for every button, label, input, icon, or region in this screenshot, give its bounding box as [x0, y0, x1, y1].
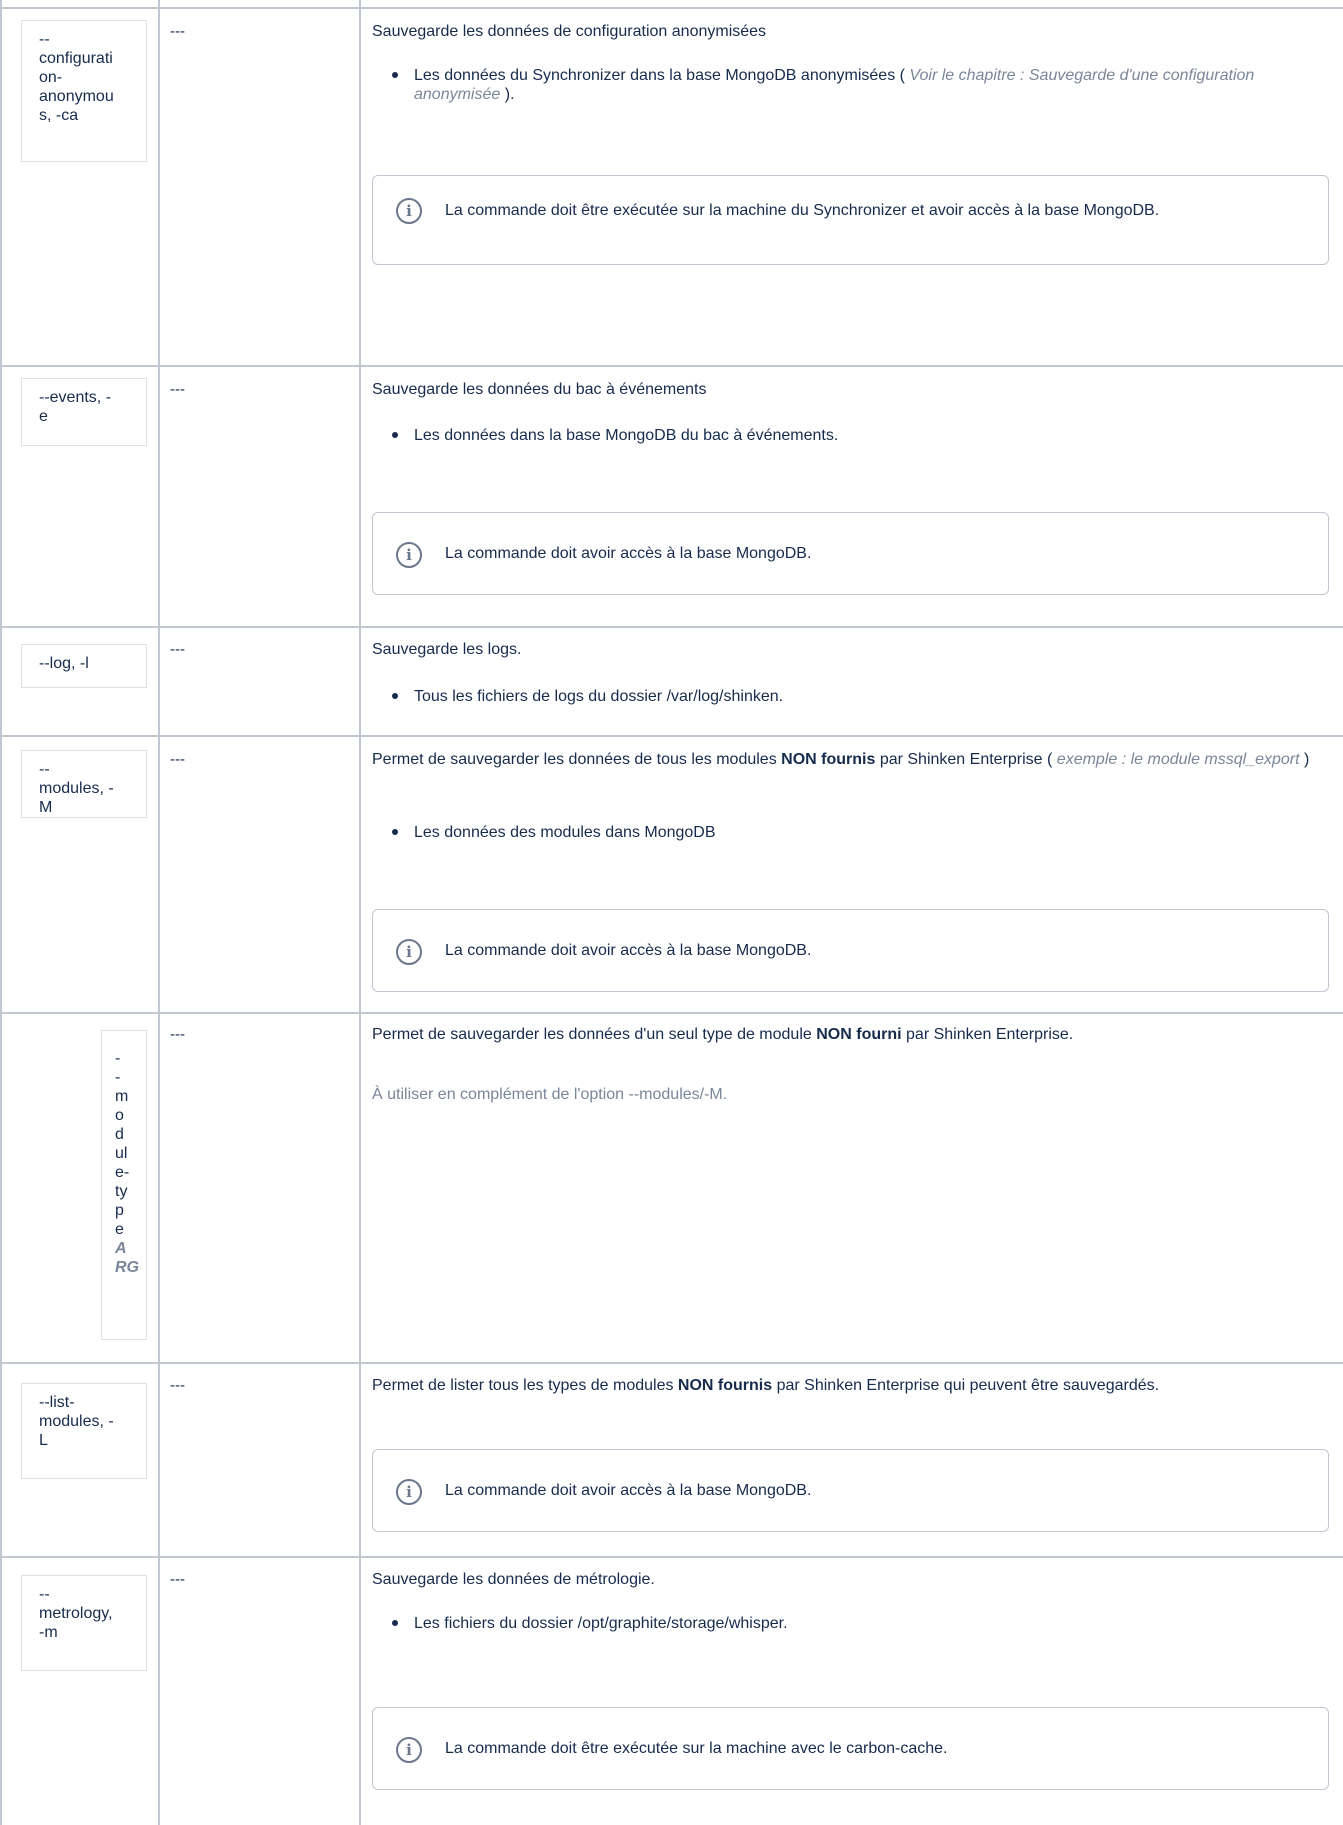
info-panel: i La commande doit être exécutée sur la …: [372, 1707, 1329, 1790]
option-cell-log: --log, -l: [21, 644, 147, 688]
option-arg: RG: [115, 1259, 139, 1276]
row-divider: [0, 735, 1343, 737]
info-panel: i La commande doit avoir accès à la base…: [372, 909, 1329, 992]
option-cell-events: --events, - e: [21, 378, 147, 446]
option-text: e-: [115, 1164, 130, 1181]
option-text: ty: [115, 1183, 128, 1200]
info-icon: i: [396, 939, 422, 965]
option-text: --log, -l: [39, 655, 89, 672]
option-text: --list-: [39, 1394, 75, 1411]
info-text: La commande doit être exécutée sur la ma…: [445, 202, 1160, 219]
usage-note: À utiliser en complément de l'option --m…: [372, 1086, 728, 1103]
description-emphasis: NON fournis: [781, 751, 876, 768]
table-border-left: [0, 0, 2, 1825]
bullet-item: Les données du Synchronizer dans la base…: [390, 66, 1314, 104]
row-divider: [0, 7, 1343, 9]
bullet-item: Les fichiers du dossier /opt/graphite/st…: [390, 1614, 1314, 1633]
info-text: La commande doit être exécutée sur la ma…: [445, 1740, 948, 1757]
row-description: Sauvegarde les données de configuration …: [372, 23, 767, 40]
option-text: modules, -: [39, 1413, 114, 1430]
column-divider: [158, 0, 160, 1825]
option-text: configurati: [39, 50, 113, 67]
default-value: ---: [170, 23, 185, 40]
option-text: --: [39, 761, 50, 778]
option-text: s, -ca: [39, 107, 79, 124]
default-value: ---: [170, 751, 185, 768]
option-text: on-: [39, 69, 63, 86]
description-text: Permet de sauvegarder les données d'un s…: [372, 1026, 817, 1043]
info-icon: i: [396, 198, 422, 224]
row-divider: [0, 365, 1343, 367]
option-text: --: [39, 1586, 50, 1603]
row-description: Permet de sauvegarder les données de tou…: [372, 750, 1322, 769]
bullet-item: Les données des modules dans MongoDB: [390, 823, 1314, 842]
column-divider: [359, 0, 361, 1825]
option-arg: A: [115, 1240, 127, 1257]
row-divider: [0, 1362, 1343, 1364]
default-value: ---: [170, 641, 185, 658]
row-description: Permet de lister tous les types de modul…: [372, 1376, 1252, 1395]
row-description: Sauvegarde les données du bac à événemen…: [372, 381, 707, 398]
option-text: --: [39, 31, 50, 48]
option-text: e: [39, 408, 48, 425]
info-icon: i: [396, 1479, 422, 1505]
default-value: ---: [170, 1026, 185, 1043]
info-panel: i La commande doit avoir accès à la base…: [372, 512, 1329, 595]
option-text: m: [115, 1088, 129, 1105]
option-text: -: [115, 1050, 121, 1067]
option-text: o: [115, 1107, 124, 1124]
bullet-text: Les données du Synchronizer dans la base…: [414, 67, 905, 84]
option-text: metrology,: [39, 1605, 113, 1622]
info-panel: i La commande doit être exécutée sur la …: [372, 175, 1329, 265]
option-text: anonymou: [39, 88, 114, 105]
description-text: par Shinken Enterprise (: [879, 751, 1053, 768]
description-text: par Shinken Enterprise qui peuvent être …: [776, 1377, 1160, 1394]
default-value: ---: [170, 1571, 185, 1588]
option-cell-modules: -- modules, - M: [21, 750, 147, 818]
info-text: La commande doit avoir accès à la base M…: [445, 942, 812, 959]
bullet-item: Tous les fichiers de logs du dossier /va…: [390, 687, 1314, 706]
option-text: modules, -: [39, 780, 114, 797]
info-text: La commande doit avoir accès à la base M…: [445, 1482, 812, 1499]
default-value: ---: [170, 1377, 185, 1394]
row-divider: [0, 1556, 1343, 1558]
option-text: --events, -: [39, 389, 112, 406]
description-text: Permet de sauvegarder les données de tou…: [372, 751, 782, 768]
option-cell-metrology: -- metrology, -m: [21, 1575, 147, 1671]
default-value: ---: [170, 381, 185, 398]
description-text: Permet de lister tous les types de modul…: [372, 1377, 678, 1394]
option-text: -: [115, 1069, 121, 1086]
row-description: Sauvegarde les données de métrologie.: [372, 1571, 655, 1588]
row-divider: [0, 626, 1343, 628]
option-text: ul: [115, 1145, 128, 1162]
option-text: L: [39, 1432, 48, 1449]
option-text: -m: [39, 1624, 58, 1641]
option-text: M: [39, 799, 53, 816]
description-emphasis: NON fourni: [816, 1026, 902, 1043]
row-description: Sauvegarde les logs.: [372, 641, 522, 658]
option-cell-list-modules: --list- modules, - L: [21, 1383, 147, 1479]
option-cell-module-type: - - m o d ul e- ty p e A RG: [101, 1030, 147, 1340]
description-text: ): [1304, 751, 1310, 768]
info-icon: i: [396, 542, 422, 568]
description-text: par Shinken Enterprise.: [906, 1026, 1074, 1043]
info-panel: i La commande doit avoir accès à la base…: [372, 1449, 1329, 1532]
row-description: Permet de sauvegarder les données d'un s…: [372, 1025, 1322, 1044]
bullet-text-end: ).: [504, 86, 515, 103]
row-divider: [0, 1012, 1343, 1014]
option-text: e: [115, 1221, 124, 1238]
example-text: exemple : le module mssql_export: [1056, 751, 1300, 768]
bullet-item: Les données dans la base MongoDB du bac …: [390, 426, 1314, 445]
option-cell-configuration-anonymous: -- configurati on- anonymou s, -ca: [21, 20, 147, 162]
description-emphasis: NON fournis: [677, 1377, 773, 1394]
info-text: La commande doit avoir accès à la base M…: [445, 545, 812, 562]
info-icon: i: [396, 1737, 422, 1763]
option-text: p: [115, 1202, 124, 1219]
option-text: d: [115, 1126, 124, 1143]
